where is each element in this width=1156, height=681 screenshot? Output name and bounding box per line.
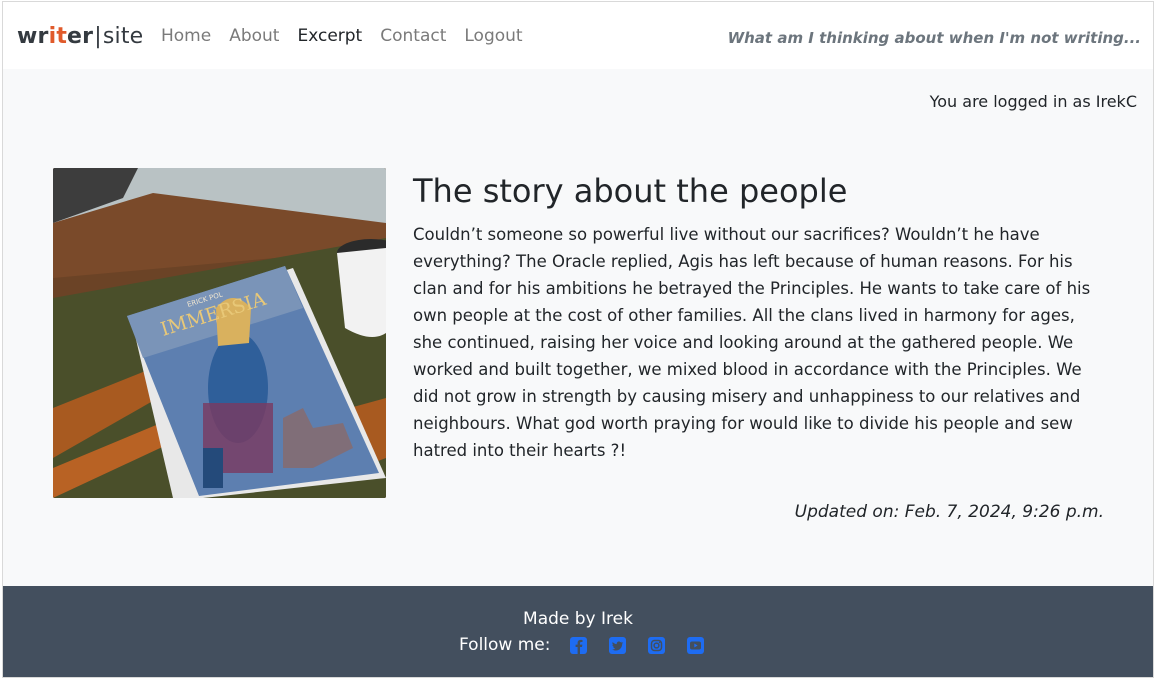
brand-part-1: wr <box>17 24 49 49</box>
brand-part-3: er <box>67 24 94 49</box>
nav-link-logout[interactable]: Logout <box>464 26 522 46</box>
made-by: Made by Irek <box>523 609 633 629</box>
facebook-icon[interactable] <box>570 636 588 654</box>
follow-row: Follow me: <box>459 635 705 655</box>
nav-link-excerpt[interactable]: Excerpt <box>297 26 362 46</box>
logged-in-status: You are logged in as IrekC <box>929 92 1137 111</box>
nav-link-about[interactable]: About <box>229 26 279 46</box>
book-cover-image: ERICK POL IMMERSIA <box>53 168 386 498</box>
page-frame: writer|site Home About Excerpt Contact L… <box>2 1 1154 678</box>
footer: Made by Irek Follow me: <box>3 586 1153 677</box>
post-body: Couldn’t someone so powerful live withou… <box>413 225 1091 460</box>
brand-logo[interactable]: writer|site <box>17 24 143 49</box>
nav-link-home[interactable]: Home <box>161 26 211 46</box>
tagline: What am I thinking about when I'm not wr… <box>727 29 1141 47</box>
post-title: The story about the people <box>413 172 848 210</box>
brand-part-2: it <box>48 24 68 49</box>
nav-link-contact[interactable]: Contact <box>380 26 446 46</box>
social-links <box>570 636 705 654</box>
twitter-icon[interactable] <box>609 636 627 654</box>
nav-links: Home About Excerpt Contact Logout <box>161 26 523 46</box>
navbar: writer|site Home About Excerpt Contact L… <box>3 2 1153 69</box>
instagram-icon[interactable] <box>648 636 666 654</box>
brand-separator: | <box>94 24 102 49</box>
follow-label: Follow me: <box>459 635 551 655</box>
youtube-icon[interactable] <box>687 636 705 654</box>
updated-timestamp: Updated on: Feb. 7, 2024, 9:26 p.m. <box>794 502 1104 522</box>
brand-part-4: site <box>102 24 144 49</box>
